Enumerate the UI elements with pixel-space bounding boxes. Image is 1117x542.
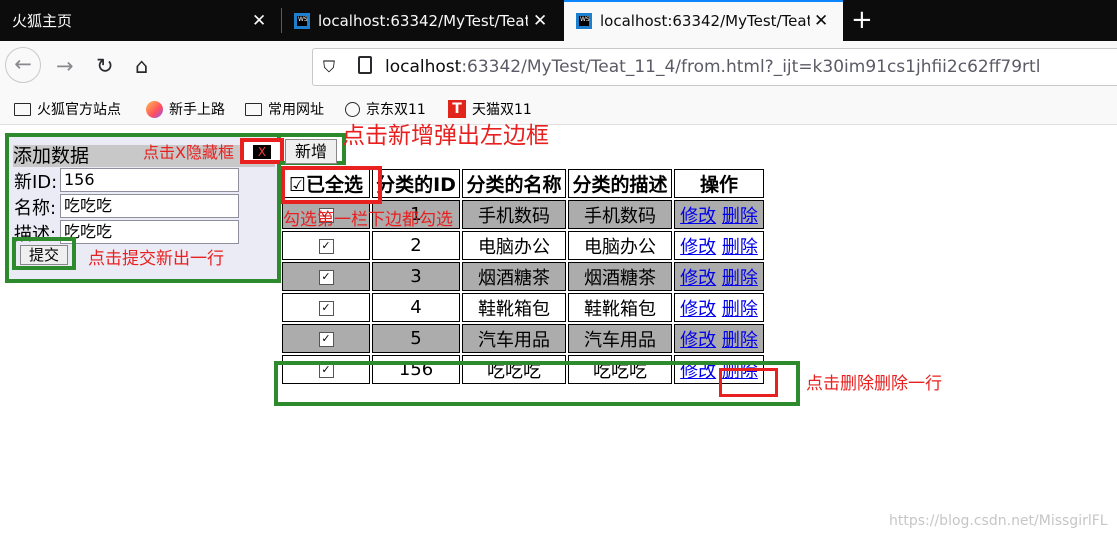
table-row: ✓ 4 鞋靴箱包 鞋靴箱包 修改 删除: [282, 293, 764, 322]
header-id: 分类的ID: [372, 169, 460, 198]
table-row: ✓ 2 电脑办公 电脑办公 修改 删除: [282, 231, 764, 260]
header-desc: 分类的描述: [568, 169, 672, 198]
webstorm-icon: [576, 12, 592, 29]
checkbox[interactable]: ✓: [318, 269, 334, 285]
checkbox[interactable]: ✓: [318, 238, 334, 254]
tab-localhost-active[interactable]: localhost:63342/MyTest/Teat ✕: [564, 0, 843, 41]
shield-icon[interactable]: ⛉: [323, 57, 335, 77]
bookmark-common-sites[interactable]: 常用网址: [245, 99, 324, 119]
tab-firefox-home[interactable]: 火狐主页 ✕: [0, 0, 281, 41]
row-checkbox-cell[interactable]: ✓: [282, 293, 370, 322]
annotation-add: 点击新增弹出左边框: [342, 123, 549, 149]
table-row: ✓ 3 烟酒糖茶 烟酒糖茶 修改 删除: [282, 262, 764, 291]
header-name: 分类的名称: [462, 169, 566, 198]
cell-desc: 手机数码: [568, 200, 672, 229]
url-bar[interactable]: ⛉ localhost:63342/MyTest/Teat_11_4/from.…: [312, 48, 1117, 86]
cell-actions: 修改 删除: [674, 262, 764, 291]
row-checkbox-cell[interactable]: ✓: [282, 324, 370, 353]
cell-actions: 修改 删除: [674, 324, 764, 353]
cell-desc: 烟酒糖茶: [568, 262, 672, 291]
checkbox[interactable]: ✓: [318, 300, 334, 316]
row-checkbox-cell[interactable]: ✓: [282, 262, 370, 291]
cell-desc: 汽车用品: [568, 324, 672, 353]
close-panel-button[interactable]: X: [253, 145, 271, 159]
cell-desc: 电脑办公: [568, 231, 672, 260]
nav-toolbar: ← → ↻ ⌂ ⛉ localhost:63342/MyTest/Teat_11…: [0, 41, 1117, 94]
add-button[interactable]: 新增: [285, 139, 337, 164]
close-icon[interactable]: ✕: [252, 11, 266, 31]
back-arrow-icon[interactable]: ←: [5, 47, 41, 83]
checkbox[interactable]: ✓: [318, 331, 334, 347]
cell-actions: 修改 删除: [674, 293, 764, 322]
delete-link[interactable]: 删除: [722, 299, 758, 320]
cell-name: 汽车用品: [462, 324, 566, 353]
firefox-icon: [146, 100, 163, 118]
close-icon[interactable]: ✕: [814, 11, 828, 31]
close-icon[interactable]: ✕: [533, 11, 547, 31]
cell-id: 5: [372, 324, 460, 353]
tab-localhost-1[interactable]: localhost:63342/MyTest/Teat ✕: [282, 0, 564, 41]
edit-link[interactable]: 修改: [680, 268, 716, 289]
bookmarks-toolbar: 火狐官方站点 新手上路 常用网址 京东双11 T 天猫双11: [0, 94, 1117, 125]
page-info-icon[interactable]: [358, 56, 372, 74]
tab-title: localhost:63342/MyTest/Teat: [318, 11, 528, 30]
url-path: :63342/MyTest/Teat_11_4/from.html?_ijt=k…: [461, 57, 1041, 77]
name-input[interactable]: 吃吃吃: [60, 194, 239, 218]
name-label: 名称:: [14, 198, 57, 219]
bookmark-label: 常用网址: [268, 102, 324, 118]
cell-name: 烟酒糖茶: [462, 262, 566, 291]
id-label: 新ID:: [14, 172, 58, 193]
url-text[interactable]: localhost:63342/MyTest/Teat_11_4/from.ht…: [385, 57, 1040, 77]
edit-link[interactable]: 修改: [680, 330, 716, 351]
close-panel-highlight: X: [240, 138, 284, 164]
cell-name: 手机数码: [462, 200, 566, 229]
id-input[interactable]: 156: [60, 168, 239, 192]
delete-link[interactable]: 删除: [722, 330, 758, 351]
url-host: localhost: [385, 57, 462, 77]
tab-strip: 火狐主页 ✕ localhost:63342/MyTest/Teat ✕ loc…: [0, 0, 1117, 41]
desc-input[interactable]: 吃吃吃: [60, 220, 239, 244]
forward-arrow-icon[interactable]: →: [56, 54, 74, 78]
cell-id: 3: [372, 262, 460, 291]
annotation-hide: 点击X隐藏框: [143, 143, 234, 162]
cell-name: 鞋靴箱包: [462, 293, 566, 322]
bookmark-getting-started[interactable]: 新手上路: [146, 99, 225, 119]
cell-actions: 修改 删除: [674, 200, 764, 229]
submit-highlight: 提交: [12, 237, 76, 270]
page-content: 添加数据 新ID: 156 名称: 吃吃吃 描述: 吃吃吃 提交 点击X隐藏框 …: [0, 123, 1117, 542]
delete-link[interactable]: 删除: [722, 268, 758, 289]
folder-icon: [14, 102, 31, 116]
home-icon[interactable]: ⌂: [135, 54, 148, 78]
annotation-submit: 点击提交新出一行: [88, 249, 224, 269]
row-checkbox-cell[interactable]: ✓: [282, 231, 370, 260]
folder-icon: [245, 102, 262, 116]
cell-id: 4: [372, 293, 460, 322]
watermark: https://blog.csdn.net/MissgirlFL: [889, 513, 1108, 529]
tab-title: localhost:63342/MyTest/Teat: [600, 11, 810, 30]
tab-title: 火狐主页: [12, 12, 73, 30]
select-all-highlight: [281, 166, 382, 204]
bookmark-label: 新手上路: [169, 102, 225, 118]
cell-name: 电脑办公: [462, 231, 566, 260]
bookmark-label: 火狐官方站点: [37, 102, 121, 118]
delete-link[interactable]: 删除: [722, 206, 758, 227]
cell-desc: 鞋靴箱包: [568, 293, 672, 322]
annotation-check: 勾选第一栏下边都勾选: [283, 210, 453, 230]
new-tab-plus-icon[interactable]: +: [851, 5, 873, 35]
edit-link[interactable]: 修改: [680, 237, 716, 258]
webstorm-icon: [294, 12, 310, 29]
edit-link[interactable]: 修改: [680, 206, 716, 227]
submit-button[interactable]: 提交: [20, 245, 68, 265]
edit-link[interactable]: 修改: [680, 299, 716, 320]
delete-highlight: [719, 368, 778, 397]
cell-id: 2: [372, 231, 460, 260]
globe-icon: [345, 101, 360, 117]
delete-link[interactable]: 删除: [722, 237, 758, 258]
table-row: ✓ 5 汽车用品 汽车用品 修改 删除: [282, 324, 764, 353]
cell-actions: 修改 删除: [674, 231, 764, 260]
bookmark-firefox-official[interactable]: 火狐官方站点: [14, 99, 121, 119]
header-actions: 操作: [674, 169, 764, 198]
annotation-delete: 点击删除删除一行: [806, 374, 942, 394]
reload-icon[interactable]: ↻: [96, 54, 114, 78]
